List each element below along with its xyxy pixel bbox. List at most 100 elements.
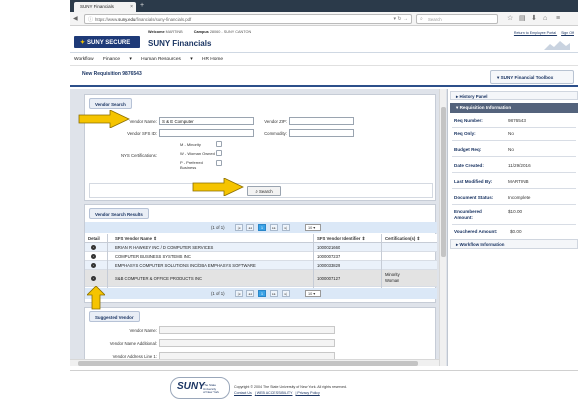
menu-icon[interactable]: ≡ <box>556 14 560 23</box>
vendor-name-cell: COMPUTER BUSINESS SYSTEMS INC <box>115 254 191 259</box>
cert-minority-checkbox[interactable] <box>216 141 222 147</box>
search-button[interactable]: ⌕ Search <box>247 186 281 196</box>
vendor-sfs-id-input[interactable] <box>159 129 254 137</box>
divider <box>452 156 576 157</box>
sign-off-link[interactable]: Sign Off <box>561 31 574 35</box>
cert-woman-owned-label: W - Woman Owned <box>180 151 215 156</box>
search-icon: ⌕ <box>420 16 423 22</box>
suggested-name-label: Vendor Name: <box>129 328 157 333</box>
commodity-label: Commodity: <box>264 131 287 136</box>
tab-title: SUNY Financials <box>80 4 114 9</box>
address-bar[interactable]: ⓘ https://www.suny.edu/financials/suny-f… <box>84 14 412 24</box>
browser-search-input[interactable]: ⌕ Search <box>416 14 498 24</box>
cert-minority-label: M - Minority <box>180 142 201 147</box>
cert-woman-owned-checkbox[interactable] <box>216 150 222 156</box>
vertical-scrollbar[interactable] <box>439 89 446 366</box>
current-page-button[interactable]: 1 <box>258 224 266 231</box>
footer: SUNY The State University of New York Cop… <box>70 370 578 410</box>
suggested-vendor-panel: Suggested Vendor Vendor Name: Vendor Nam… <box>84 307 436 366</box>
detail-icon[interactable]: › <box>91 263 96 268</box>
back-icon[interactable]: ◀ <box>73 15 78 22</box>
decorative-landscape-icon <box>544 41 570 50</box>
menu-hr-home[interactable]: HR Home <box>202 57 223 62</box>
table-row[interactable]: › EMPHASYS COMPUTER SOLUTIONS INC/DBA EM… <box>85 261 437 270</box>
download-icon[interactable]: ⬇ <box>531 14 537 23</box>
history-panel-toggle[interactable]: ▸ History Panel <box>450 91 578 100</box>
suggested-vendor-tab[interactable]: Suggested Vendor <box>89 311 140 322</box>
vendor-search-results-tab[interactable]: Vendor Search Results <box>89 208 149 219</box>
first-page-icon[interactable]: |◂ <box>235 224 243 231</box>
detail-icon[interactable]: › <box>91 254 96 259</box>
pager-count: (1 of 1) <box>211 291 225 296</box>
current-page-button[interactable]: 1 <box>258 290 266 297</box>
horizontal-scrollbar[interactable] <box>70 359 439 366</box>
col-certifications[interactable]: Certification(s) ⇕ <box>385 236 420 242</box>
workflow-information-toggle[interactable]: ▸ Workflow Information <box>450 239 578 249</box>
last-page-icon[interactable]: ▸| <box>282 290 290 297</box>
suggested-name-additional-label: Vendor Name Additional: <box>109 341 157 346</box>
footer-links: Contact Us | WEB ACCESSIBILITY | Privacy P… <box>234 391 320 395</box>
table-row-selected[interactable]: › S&B COMPUTER & OFFICE PRODUCTS INC 100… <box>85 270 437 287</box>
results-pager-bottom: (1 of 1) |◂ ◂◂ 1 ▸▸ ▸| 10 ▾ <box>85 288 437 299</box>
vendor-id-cell: 1000007237 <box>317 254 341 259</box>
browser-tab[interactable]: SUNY Financials × <box>74 2 136 12</box>
financial-toolbox-button[interactable]: ▾ SUNY Financial Toolbox <box>490 70 574 84</box>
last-page-icon[interactable]: ▸| <box>282 224 290 231</box>
next-page-icon[interactable]: ▸▸ <box>270 290 278 297</box>
bookmark-star-icon[interactable]: ☆ <box>507 14 513 23</box>
scroll-thumb[interactable] <box>78 361 418 366</box>
column-divider <box>381 234 382 288</box>
menu-finance[interactable]: Finance ▾ <box>103 57 132 62</box>
menu-workflow[interactable]: Workflow <box>74 57 94 62</box>
vendor-zip-input[interactable] <box>289 117 354 125</box>
home-icon[interactable]: ⌂ <box>543 14 547 23</box>
commodity-input[interactable] <box>289 129 354 137</box>
employee-portal-link[interactable]: Return to Employee Portal <box>514 31 556 35</box>
certification-cell-minority: Minority <box>385 272 400 277</box>
navigation-bar: ◀ ⓘ https://www.suny.edu/financials/suny… <box>70 12 578 26</box>
table-row[interactable]: › COMPUTER BUSINESS SYSTEMS INC 10000072… <box>85 252 437 261</box>
vendor-name-input[interactable]: S & E Computer <box>159 117 254 125</box>
detail-icon[interactable]: › <box>91 276 96 281</box>
suggested-name-input[interactable] <box>159 326 335 334</box>
divider <box>452 224 576 225</box>
page-size-select[interactable]: 10 ▾ <box>305 290 321 297</box>
reload-icon[interactable]: ▾ ↻ → <box>394 16 408 22</box>
suny-secure-logo: ✦ SUNY SECURE <box>74 36 140 48</box>
scroll-thumb[interactable] <box>441 107 446 257</box>
cert-preferred-checkbox[interactable] <box>216 160 222 166</box>
vendor-search-tab[interactable]: Vendor Search <box>89 98 132 109</box>
detail-icon[interactable]: › <box>91 245 96 250</box>
encumbered-amount-field: Encumbered Amount: $10.00 <box>454 209 523 220</box>
tab-bar: SUNY Financials × + <box>70 0 578 12</box>
suggested-name-additional-input[interactable] <box>159 339 335 347</box>
contact-us-link[interactable]: Contact Us <box>234 391 252 395</box>
page-size-select[interactable]: 10 ▾ <box>305 224 321 231</box>
col-detail[interactable]: Detail <box>88 236 100 241</box>
certification-cell-woman: Woman <box>385 278 400 283</box>
search-button-row: ⌕ Search <box>89 183 433 198</box>
vendor-name-cell: BRIAN R HAWKEY INC / D COMPUTER SERVICES <box>115 245 214 250</box>
col-vendor-name[interactable]: SFS Vendor Name ⇕ <box>115 236 157 242</box>
vendor-name-cell: S&B COMPUTER & OFFICE PRODUCTS INC <box>115 276 203 281</box>
search-placeholder: Search <box>428 17 442 22</box>
requisition-information-header[interactable]: ▾ Requisition Information <box>450 103 578 113</box>
close-tab-icon[interactable]: × <box>130 4 133 10</box>
new-tab-icon[interactable]: + <box>140 2 144 10</box>
vendor-id-cell: 1000033829 <box>317 263 341 268</box>
column-divider <box>313 234 314 288</box>
prev-page-icon[interactable]: ◂◂ <box>246 290 254 297</box>
prev-page-icon[interactable]: ◂◂ <box>246 224 254 231</box>
side-panel: ▸ History Panel ▾ Requisition Informatio… <box>450 89 578 366</box>
divider <box>452 188 576 189</box>
menu-human-resources[interactable]: Human Resources ▾ <box>141 57 192 62</box>
column-divider <box>107 234 108 288</box>
nys-certifications-label: NYS Certifications: <box>120 153 157 158</box>
table-row[interactable]: › BRIAN R HAWKEY INC / D COMPUTER SERVIC… <box>85 243 437 252</box>
next-page-icon[interactable]: ▸▸ <box>270 224 278 231</box>
privacy-policy-link[interactable]: Privacy Policy <box>297 391 319 395</box>
reading-list-icon[interactable]: ▤ <box>519 14 526 23</box>
first-page-icon[interactable]: |◂ <box>235 290 243 297</box>
col-vendor-id[interactable]: SFS Vendor Identifier ⇕ <box>317 236 365 242</box>
web-accessibility-link[interactable]: WEB ACCESSIBILITY <box>257 391 293 395</box>
